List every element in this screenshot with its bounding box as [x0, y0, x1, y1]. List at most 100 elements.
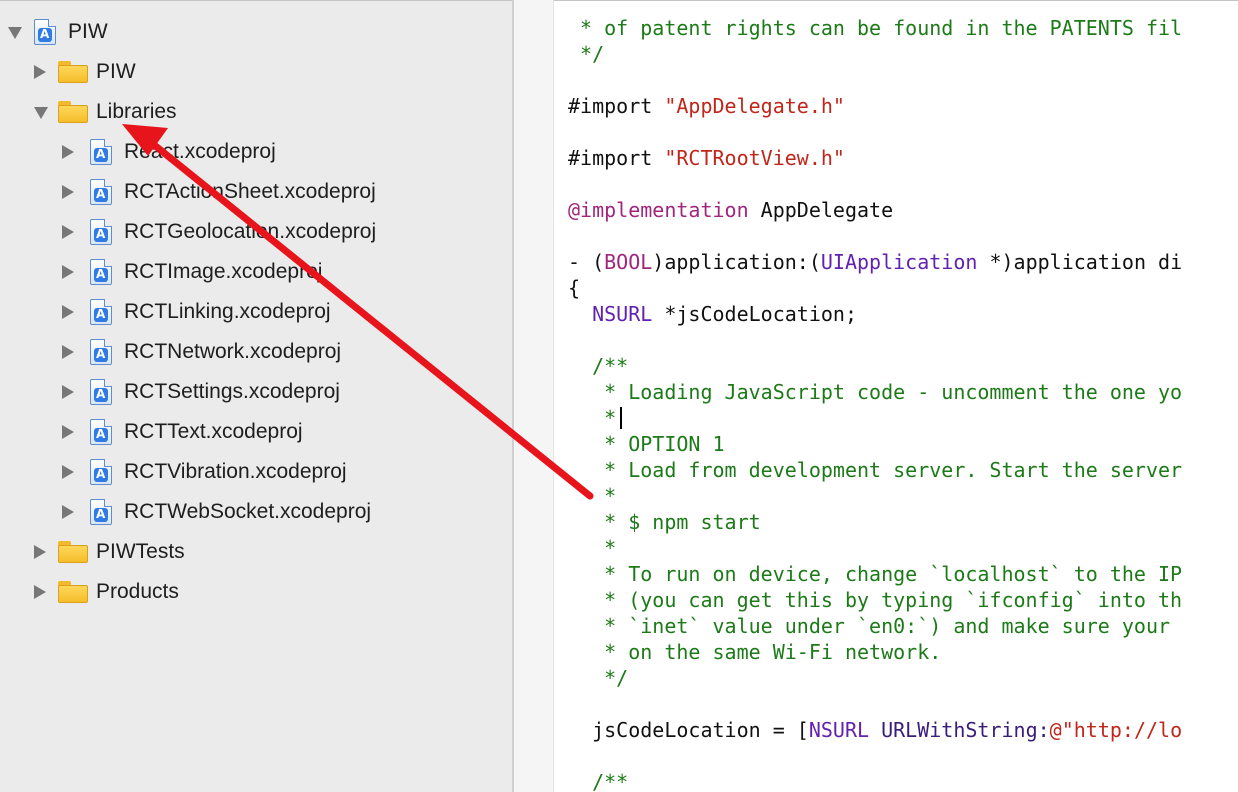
disclosure-closed-icon[interactable]: [62, 145, 74, 159]
disclosure-closed-icon[interactable]: [62, 385, 74, 399]
folder-icon: [58, 541, 88, 563]
code-line[interactable]: @implementation AppDelegate: [568, 197, 893, 223]
code-line[interactable]: #import "RCTRootView.h": [568, 145, 845, 171]
code-token: AppDelegate: [748, 198, 894, 222]
code-line[interactable]: * of patent rights can be found in the P…: [568, 15, 1182, 41]
code-token: #import: [568, 146, 665, 170]
disclosure-closed-icon[interactable]: [62, 265, 74, 279]
xcode-project-icon: [90, 379, 112, 405]
navigator-row-label: Products: [96, 580, 179, 603]
code-line[interactable]: *: [568, 483, 616, 509]
disclosure-closed-icon[interactable]: [62, 465, 74, 479]
navigator-row[interactable]: PIWTests: [0, 534, 512, 570]
navigator-row-label: RCTVibration.xcodeproj: [124, 460, 347, 483]
navigator-row-label: RCTText.xcodeproj: [124, 420, 303, 443]
code-token: *: [568, 484, 617, 508]
navigator-row[interactable]: RCTWebSocket.xcodeproj: [0, 494, 512, 530]
code-line[interactable]: *: [568, 535, 616, 561]
code-line[interactable]: #import "AppDelegate.h": [568, 93, 845, 119]
disclosure-closed-icon[interactable]: [62, 225, 74, 239]
navigator-row-label: Libraries: [96, 100, 177, 123]
navigator-row[interactable]: RCTNetwork.xcodeproj: [0, 334, 512, 370]
code-line[interactable]: * Loading JavaScript code - uncomment th…: [568, 379, 1182, 405]
xcode-project-icon: [90, 179, 112, 205]
code-token: */: [568, 666, 629, 690]
code-token: )application:(: [652, 250, 821, 274]
code-token: @"http://lo: [1049, 718, 1183, 742]
code-token: BOOL: [604, 250, 653, 274]
navigator-row[interactable]: RCTVibration.xcodeproj: [0, 454, 512, 490]
navigator-row[interactable]: RCTLinking.xcodeproj: [0, 294, 512, 330]
code-line[interactable]: * $ npm start: [568, 509, 761, 535]
disclosure-open-icon[interactable]: [8, 27, 22, 39]
code-line[interactable]: * To run on device, change `localhost` t…: [568, 561, 1182, 587]
disclosure-closed-icon[interactable]: [62, 305, 74, 319]
navigator-row[interactable]: RCTGeolocation.xcodeproj: [0, 214, 512, 250]
code-line[interactable]: * OPTION 1: [568, 431, 725, 457]
text-cursor: [620, 407, 622, 429]
disclosure-closed-icon[interactable]: [34, 585, 46, 599]
editor-gutter: [514, 0, 554, 792]
code-line[interactable]: jsCodeLocation = [NSURL URLWithString:@"…: [568, 717, 1182, 743]
code-token: *jsCodeLocation;: [652, 302, 858, 326]
disclosure-closed-icon[interactable]: [62, 345, 74, 359]
code-token: #import: [568, 94, 665, 118]
code-token: /**: [568, 354, 629, 378]
navigator-row-label: PIWTests: [96, 540, 185, 563]
disclosure-closed-icon[interactable]: [34, 545, 46, 559]
code-line[interactable]: */: [568, 41, 604, 67]
disclosure-closed-icon[interactable]: [62, 185, 74, 199]
code-token: NSURL: [808, 718, 870, 742]
code-token: * `inet` value under `en0:`) and make su…: [568, 614, 1171, 638]
code-token: /**: [568, 770, 629, 792]
navigator-row-label: RCTSettings.xcodeproj: [124, 380, 340, 403]
navigator-row[interactable]: PIW: [0, 14, 512, 50]
folder-icon: [58, 61, 88, 83]
navigator-row[interactable]: RCTSettings.xcodeproj: [0, 374, 512, 410]
disclosure-closed-icon[interactable]: [62, 425, 74, 439]
navigator-row-label: RCTWebSocket.xcodeproj: [124, 500, 372, 523]
code-line[interactable]: *: [568, 405, 616, 431]
code-line[interactable]: {: [568, 275, 580, 301]
code-line[interactable]: /**: [568, 769, 628, 792]
code-token: @implementation: [568, 198, 749, 222]
navigator-row[interactable]: Libraries: [0, 94, 512, 130]
navigator-row-label: RCTImage.xcodeproj: [124, 260, 323, 283]
folder-icon: [58, 581, 88, 603]
project-navigator: PIW PIW Libraries React.xcodeproj RCTActionS…: [0, 0, 512, 792]
code-token: *: [568, 536, 617, 560]
navigator-row-label: RCTLinking.xcodeproj: [124, 300, 331, 323]
code-line[interactable]: */: [568, 665, 628, 691]
code-line[interactable]: * `inet` value under `en0:`) and make su…: [568, 613, 1170, 639]
code-token: * OPTION 1: [568, 432, 725, 456]
code-line[interactable]: * (you can get this by typing `ifconfig`…: [568, 587, 1182, 613]
code-token: {: [568, 276, 581, 300]
code-line[interactable]: NSURL *jsCodeLocation;: [568, 301, 857, 327]
code-token: * Loading JavaScript code - uncomment th…: [568, 380, 1183, 404]
xcode-project-icon: [90, 459, 112, 485]
navigator-row-label: PIW: [68, 20, 108, 43]
disclosure-closed-icon[interactable]: [34, 65, 46, 79]
code-token: * Load from development server. Start th…: [568, 458, 1183, 482]
xcode-project-icon: [90, 299, 112, 325]
navigator-row-label: PIW: [96, 60, 136, 83]
xcode-project-icon: [90, 139, 112, 165]
disclosure-open-icon[interactable]: [34, 107, 48, 119]
disclosure-closed-icon[interactable]: [62, 505, 74, 519]
code-line[interactable]: - (BOOL)application:(UIApplication *)app…: [568, 249, 1182, 275]
navigator-row[interactable]: RCTActionSheet.xcodeproj: [0, 174, 512, 210]
code-token: jsCodeLocation = [: [568, 718, 809, 742]
xcode-project-icon: [90, 219, 112, 245]
navigator-row[interactable]: RCTText.xcodeproj: [0, 414, 512, 450]
code-token: URLWithString:: [869, 718, 1050, 742]
navigator-row[interactable]: RCTImage.xcodeproj: [0, 254, 512, 290]
code-token: * To run on device, change `localhost` t…: [568, 562, 1183, 586]
code-token: "AppDelegate.h": [664, 94, 845, 118]
code-line[interactable]: * on the same Wi-Fi network.: [568, 639, 941, 665]
navigator-row[interactable]: Products: [0, 574, 512, 610]
navigator-row[interactable]: React.xcodeproj: [0, 134, 512, 170]
navigator-row[interactable]: PIW: [0, 54, 512, 90]
code-editor[interactable]: * of patent rights can be found in the P…: [554, 0, 1238, 792]
code-line[interactable]: * Load from development server. Start th…: [568, 457, 1182, 483]
code-line[interactable]: /**: [568, 353, 628, 379]
